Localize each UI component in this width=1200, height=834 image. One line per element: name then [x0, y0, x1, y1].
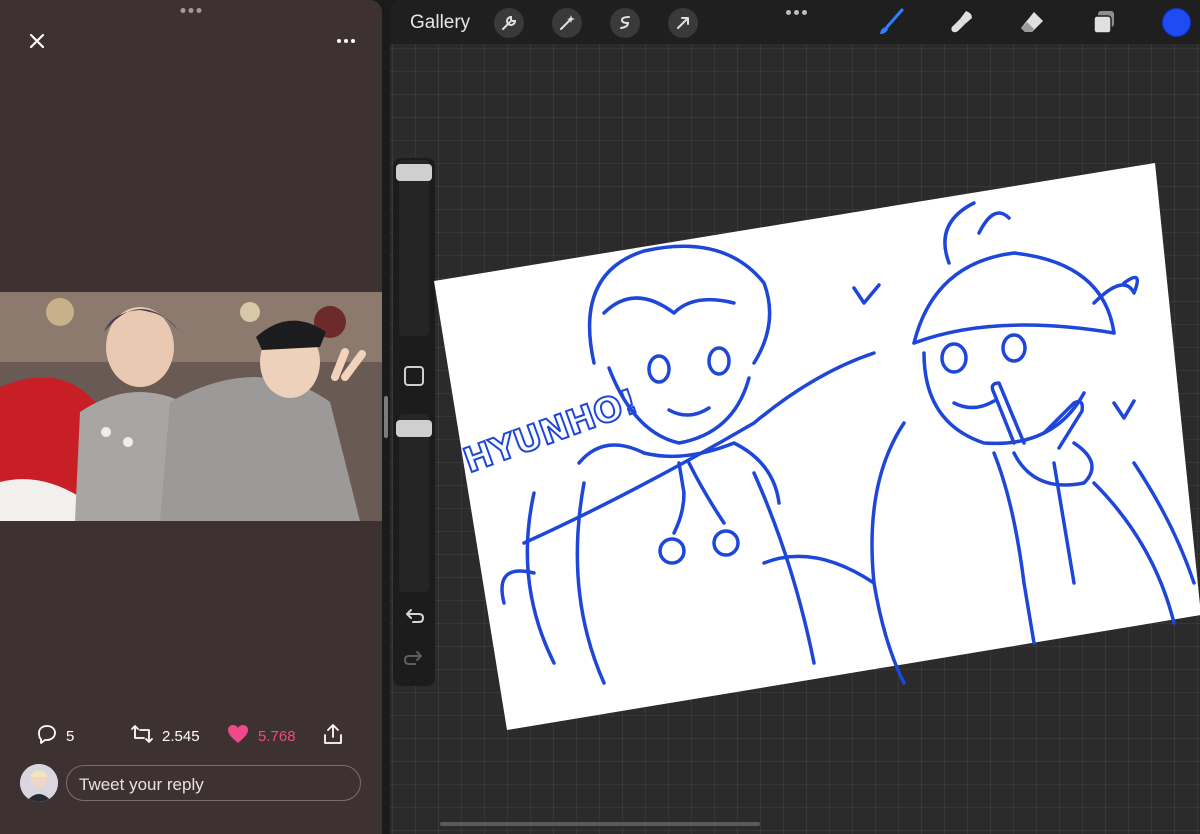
transform-icon[interactable] — [668, 8, 698, 38]
modify-button[interactable] — [404, 366, 424, 386]
split-view-divider[interactable] — [384, 396, 388, 438]
brush-size-slider[interactable] — [399, 160, 429, 336]
procreate-app: Gallery HYUNHO! — [390, 0, 1200, 834]
share-button[interactable] — [322, 722, 344, 750]
like-count: 5.768 — [258, 727, 296, 745]
eraser-icon[interactable] — [1016, 6, 1048, 38]
redo-icon[interactable] — [402, 648, 426, 672]
gallery-button[interactable]: Gallery — [410, 12, 470, 34]
like-button[interactable]: 5.768 — [226, 722, 296, 750]
drawing-canvas[interactable]: HYUNHO! — [434, 163, 1200, 730]
opacity-thumb[interactable] — [396, 420, 432, 437]
avatar — [20, 764, 58, 802]
reply-button[interactable]: 5 — [36, 722, 74, 750]
opacity-slider[interactable] — [399, 414, 429, 592]
retweet-count: 2.545 — [162, 727, 200, 745]
multitask-handle[interactable] — [180, 8, 202, 13]
tweet-actions: 5 2.545 5.768 — [0, 722, 382, 750]
more-icon[interactable] — [334, 32, 358, 50]
undo-icon[interactable] — [402, 606, 426, 630]
magic-wand-icon[interactable] — [552, 8, 582, 38]
close-icon[interactable] — [24, 28, 50, 54]
reply-input[interactable]: Tweet your reply — [66, 765, 361, 801]
brush-icon[interactable] — [874, 6, 906, 38]
reply-count: 5 — [66, 727, 75, 745]
selection-icon[interactable] — [610, 8, 640, 38]
wrench-icon[interactable] — [494, 8, 524, 38]
share-icon — [322, 723, 344, 750]
tweet-photo[interactable] — [0, 292, 382, 521]
retweet-button[interactable]: 2.545 — [130, 722, 200, 750]
more-options-icon[interactable] — [786, 10, 807, 15]
layers-icon[interactable] — [1088, 6, 1120, 38]
brush-size-thumb[interactable] — [396, 164, 432, 181]
horizontal-scrollbar[interactable] — [440, 822, 760, 826]
smudge-icon[interactable] — [946, 6, 978, 38]
top-toolbar: Gallery — [390, 0, 1200, 44]
color-picker-button[interactable] — [1162, 8, 1191, 37]
twitter-media-viewer: 5 2.545 5.768 Tweet your reply — [0, 0, 382, 834]
heart-icon — [226, 723, 250, 750]
retweet-icon — [130, 723, 154, 750]
brush-sidebar — [393, 158, 435, 686]
reply-icon — [36, 723, 58, 750]
